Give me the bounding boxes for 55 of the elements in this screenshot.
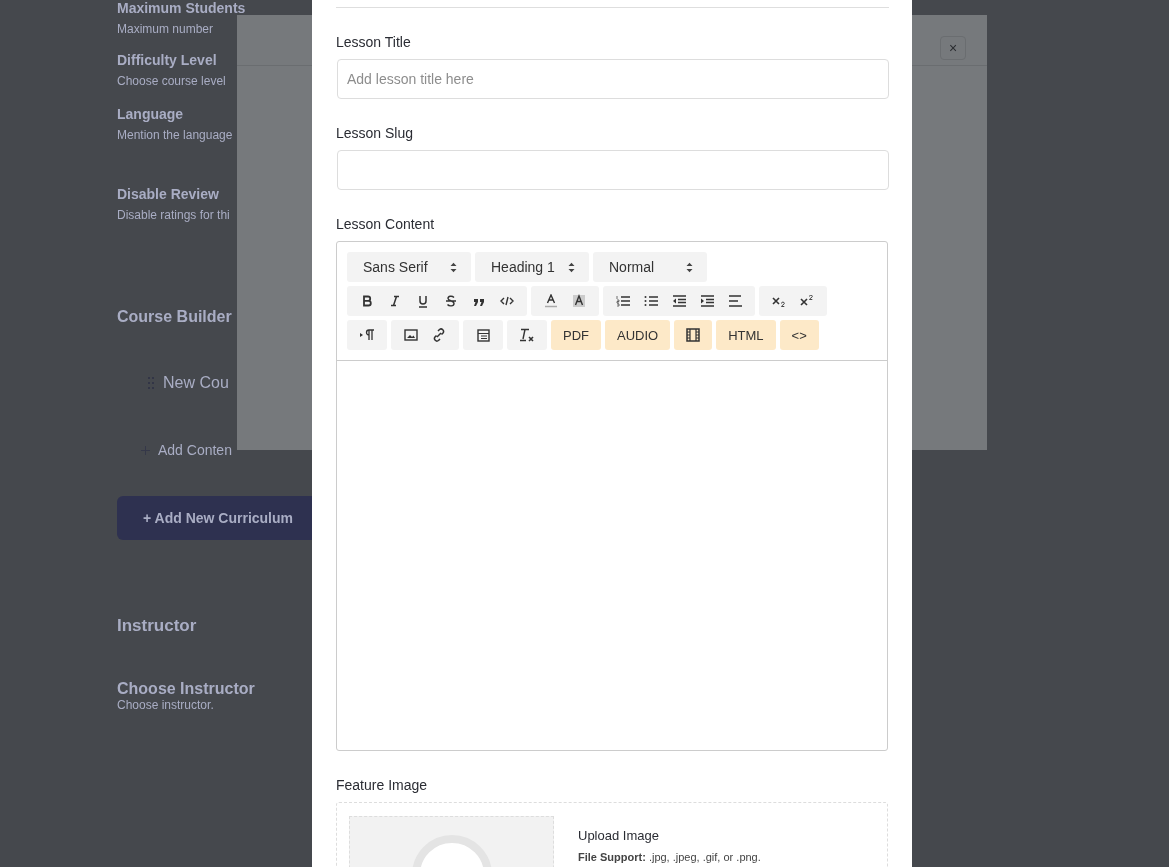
ordered-list-icon[interactable]	[616, 295, 630, 307]
link-icon[interactable]	[432, 328, 446, 342]
video-button[interactable]	[674, 320, 713, 350]
setting-title: Maximum Students	[117, 0, 246, 16]
section-title: Course Builder	[117, 308, 232, 326]
topic-title: New Cou	[163, 374, 229, 392]
setting-description: Mention the language	[117, 128, 233, 142]
italic-icon[interactable]	[389, 295, 401, 307]
clear-format-icon[interactable]	[519, 328, 535, 342]
upload-title: Upload Image	[578, 828, 660, 843]
field-label: Lesson Content	[336, 216, 436, 232]
format-dropdown[interactable]: Heading 1	[475, 252, 589, 282]
setting-title: Choose Instructor	[117, 680, 255, 698]
superscript-icon[interactable]	[800, 295, 814, 307]
underline-icon[interactable]	[417, 294, 429, 308]
setting-description: Choose course level	[117, 74, 226, 88]
upload-area[interactable]: Upload Image File Support: .jpg, .jpeg, .gif, or .png.	[336, 802, 888, 867]
field-label: Lesson Slug	[336, 125, 415, 141]
field-label: Feature Image	[336, 777, 429, 793]
setting-title: Disable Review	[117, 186, 220, 202]
table-icon[interactable]	[476, 328, 490, 342]
field-label: Lesson Title	[336, 34, 412, 50]
setting-title: Difficulty Level	[117, 52, 218, 68]
setting-description: Choose instructor.	[117, 698, 214, 712]
setting-description: Disable ratings for thi	[117, 208, 230, 222]
media-button[interactable]: AUDIO	[605, 320, 671, 350]
indent-icon[interactable]	[700, 295, 714, 307]
paragraph-direction-icon[interactable]	[359, 329, 375, 341]
setting-description: Maximum number	[117, 22, 215, 36]
bold-icon[interactable]	[361, 295, 373, 307]
section-title: Instructor	[117, 616, 197, 636]
format-dropdown[interactable]: Sans Serif	[347, 252, 471, 282]
film-icon	[686, 328, 701, 342]
text-color-icon[interactable]	[544, 294, 558, 308]
add-content-link[interactable]: Add Conten	[158, 442, 232, 458]
format-dropdown[interactable]: Normal	[593, 252, 707, 282]
code-icon[interactable]	[500, 296, 514, 306]
lesson-slug-input[interactable]	[337, 150, 889, 190]
outdent-icon[interactable]	[672, 295, 686, 307]
bullet-list-icon[interactable]	[644, 295, 658, 307]
highlight-icon[interactable]	[572, 294, 586, 308]
sort-arrows-icon	[450, 261, 457, 273]
media-button[interactable]: PDF	[551, 320, 601, 350]
media-button[interactable]: <>	[779, 320, 819, 350]
strikethrough-icon[interactable]	[445, 295, 457, 307]
quote-icon[interactable]	[473, 296, 485, 306]
media-button[interactable]: HTML	[716, 320, 776, 350]
file-support-note: File Support: .jpg, .jpeg, .gif, or .png.	[578, 851, 761, 863]
subscript-icon[interactable]	[772, 295, 786, 307]
align-left-icon[interactable]	[728, 295, 742, 307]
sort-arrows-icon	[686, 261, 693, 273]
image-icon[interactable]	[404, 329, 418, 341]
setting-title: Language	[117, 106, 185, 122]
lesson-title-input[interactable]: Add lesson title here	[337, 59, 889, 99]
sort-arrows-icon	[568, 261, 575, 273]
